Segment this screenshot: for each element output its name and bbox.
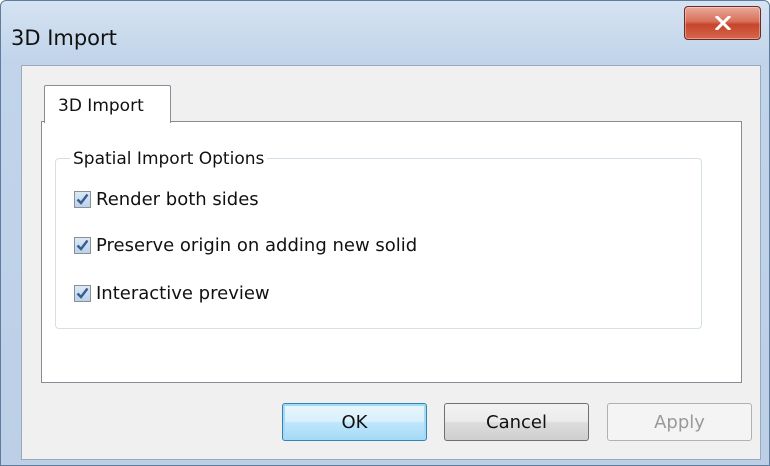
render-both-sides-label: Render both sides: [96, 188, 259, 210]
close-button[interactable]: [684, 6, 761, 40]
checkmark-icon: [76, 193, 89, 205]
preserve-origin-label: Preserve origin on adding new solid: [96, 234, 418, 256]
preserve-origin-option[interactable]: Preserve origin on adding new solid: [74, 234, 417, 256]
interactive-preview-label: Interactive preview: [96, 282, 270, 304]
dialog-client-area: 3D Import Spatial Import Options Render …: [21, 65, 761, 460]
ok-button[interactable]: OK: [282, 403, 427, 441]
dialog-window: 3D Import 3D Import Spatial Import Optio…: [0, 0, 770, 466]
close-x-icon: [714, 16, 731, 30]
cancel-button[interactable]: Cancel: [444, 403, 589, 441]
render-both-sides-checkbox[interactable]: [74, 190, 91, 208]
preserve-origin-checkbox[interactable]: [74, 236, 91, 254]
checkmark-icon: [76, 239, 89, 251]
groupbox-label: Spatial Import Options: [70, 149, 268, 169]
tab-3d-import[interactable]: 3D Import: [44, 85, 171, 123]
interactive-preview-checkbox[interactable]: [74, 284, 91, 302]
render-both-sides-option[interactable]: Render both sides: [74, 188, 259, 210]
interactive-preview-option[interactable]: Interactive preview: [74, 282, 270, 304]
checkmark-icon: [76, 287, 89, 299]
apply-button[interactable]: Apply: [607, 403, 752, 441]
window-title: 3D Import: [11, 26, 117, 50]
